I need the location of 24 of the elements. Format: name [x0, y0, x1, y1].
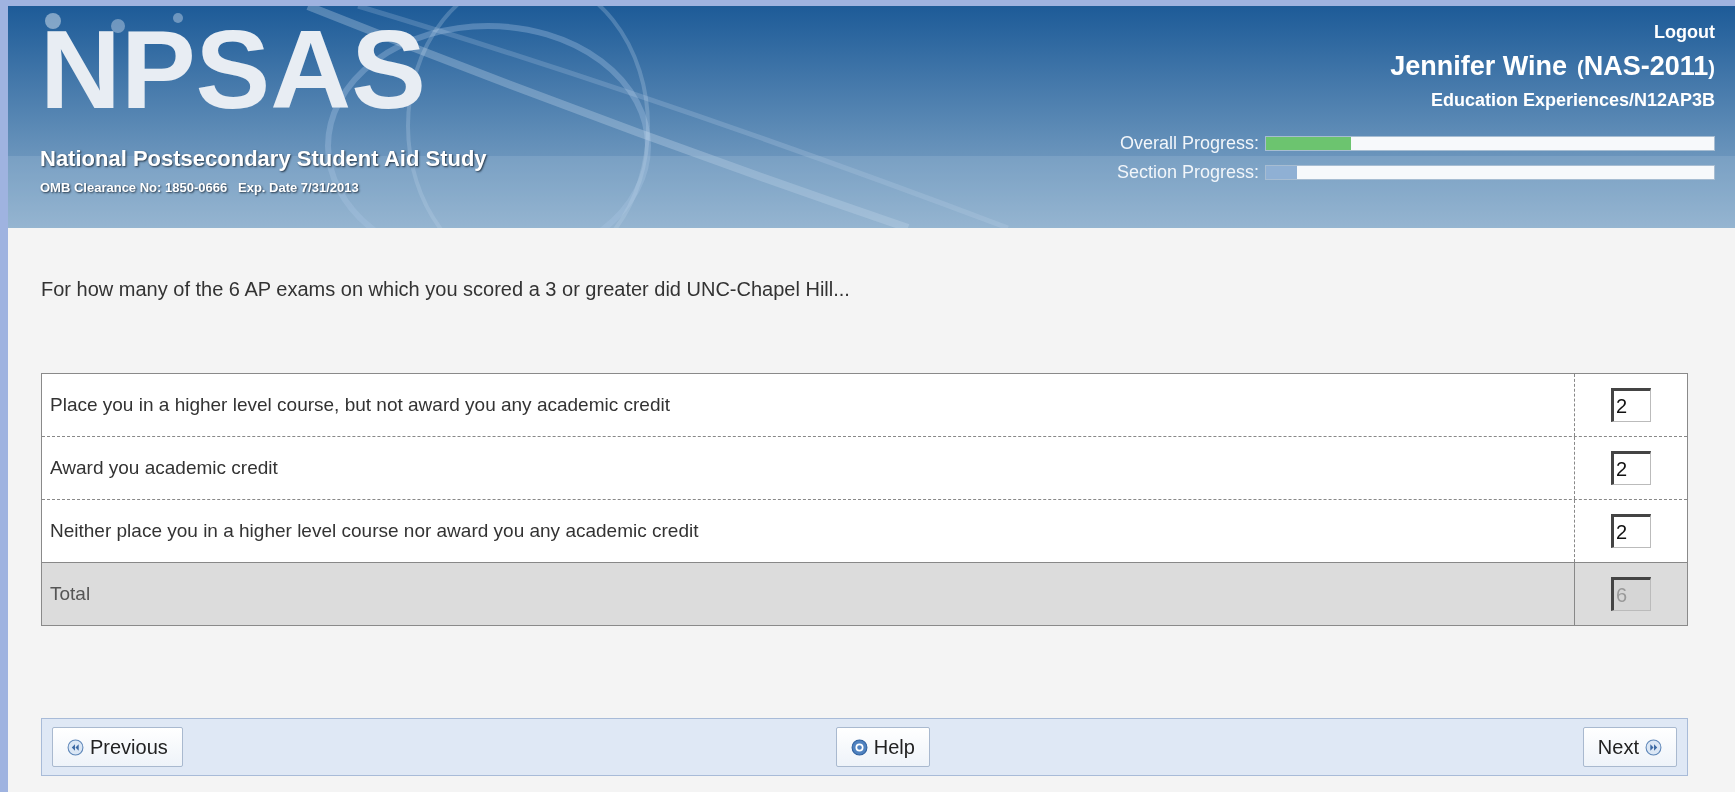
logout-link[interactable]: Logout — [1654, 22, 1715, 43]
row-label: Award you academic credit — [50, 457, 278, 479]
row-label: Total — [50, 583, 91, 605]
rewind-icon — [67, 738, 84, 756]
progress-label: Section Progress: — [1115, 162, 1259, 183]
number-field[interactable]: 2 — [1611, 451, 1651, 485]
previous-button[interactable]: Previous — [52, 727, 183, 767]
clearance-note: OMB Clearance No: 1850-0666 Exp. Date 7/31/2013 — [40, 180, 360, 195]
next-button[interactable]: Next — [1582, 727, 1677, 767]
section-path: Education Experiences/N12AP3B — [1430, 90, 1715, 111]
row-label: Neither place you in a higher level course nor award you any academic credit — [50, 520, 699, 542]
number-field[interactable]: 2 — [1611, 388, 1651, 422]
progress-label: Overall Progress: — [1118, 133, 1259, 154]
user-name: Jennifer Wine — [1390, 51, 1568, 82]
logo: NPSAS — [40, 14, 426, 126]
fast-forward-icon — [1645, 738, 1662, 756]
help-icon — [850, 738, 868, 756]
total-field: 6 — [1611, 577, 1651, 611]
number-field[interactable]: 2 — [1611, 514, 1651, 548]
study-name: National Postsecondary Student Aid Study — [40, 146, 487, 172]
help-button[interactable]: Help — [835, 727, 930, 767]
question-text: For how many of the 6 AP exams on which you scored a 3 or greater did UNC-Chapel Hill... — [41, 278, 851, 301]
user-id: (NAS-2011) — [1577, 51, 1715, 82]
row-label: Place you in a higher level course, but not award you any academic credit — [50, 394, 670, 416]
